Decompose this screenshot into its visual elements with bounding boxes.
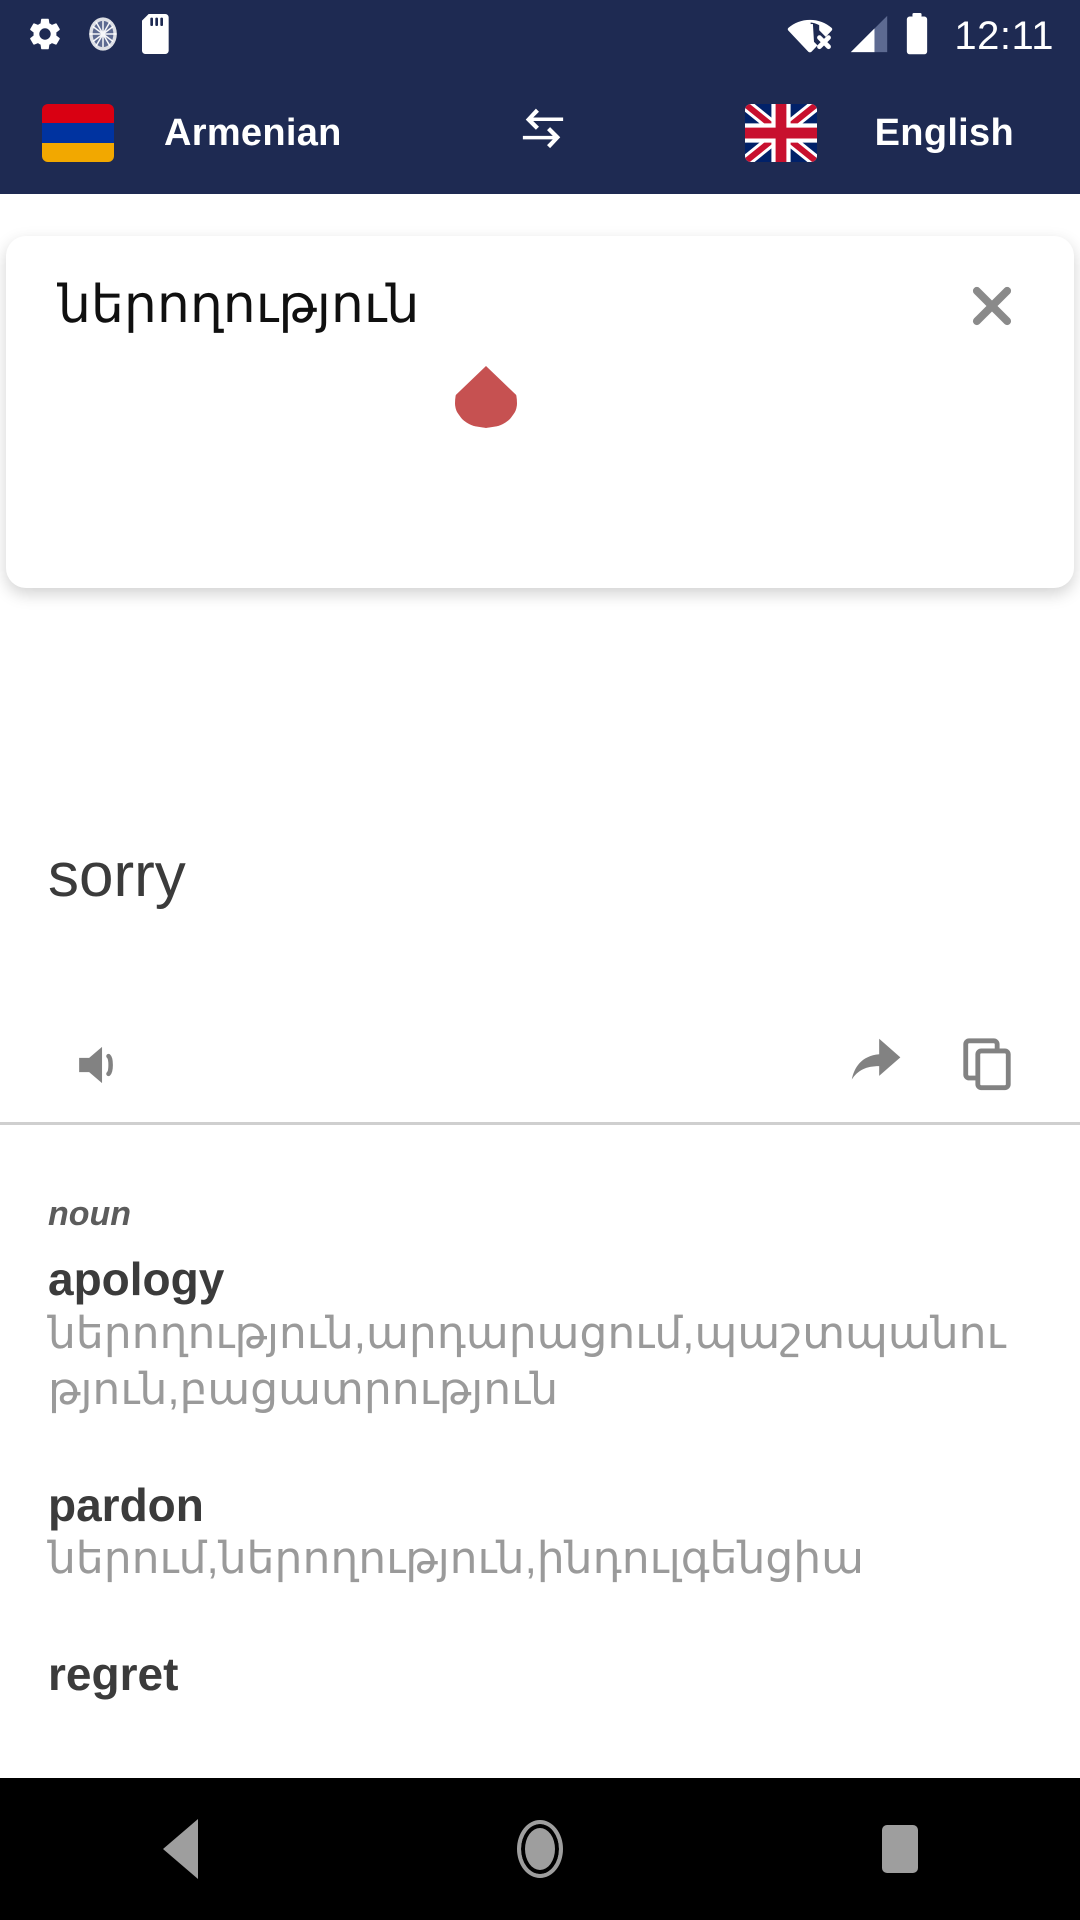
source-language-selector[interactable]: Armenian: [0, 72, 342, 194]
home-circle-icon: [517, 1820, 563, 1878]
dictionary-entry-word: apology: [48, 1253, 225, 1305]
dictionary-entry-word: regret: [48, 1647, 179, 1700]
swap-arrows-icon: [515, 106, 571, 157]
uk-flag-icon: [744, 104, 817, 162]
dictionary-entry-word: pardon: [48, 1478, 204, 1531]
sd-card-icon: [142, 13, 172, 59]
translator-app-screen: 12:11 Armenian English ներողություն sorr…: [0, 0, 1080, 1920]
result-speak-button[interactable]: [72, 1033, 140, 1101]
status-bar-clock: 12:11: [954, 14, 1054, 58]
copy-button[interactable]: [952, 1031, 1022, 1101]
tinted-circle-icon: [86, 16, 120, 57]
share-button[interactable]: [838, 1029, 910, 1101]
target-language-label: English: [874, 111, 1014, 154]
armenian-flag-icon: [42, 104, 114, 162]
translation-result-text: sorry: [48, 841, 186, 910]
recents-square-icon: [882, 1825, 918, 1873]
source-language-label: Armenian: [164, 111, 342, 154]
battery-full-icon: [904, 12, 930, 60]
source-text-input[interactable]: ներողություն: [58, 274, 419, 336]
translation-result-section: sorry: [0, 612, 1080, 1122]
dictionary-entry[interactable]: regret: [48, 1648, 1032, 1701]
back-button[interactable]: [110, 1778, 250, 1920]
home-button[interactable]: [470, 1778, 610, 1920]
copy-icon: [958, 1035, 1016, 1098]
source-text-card: ներողություն: [6, 236, 1074, 800]
cellular-signal-icon: [848, 14, 890, 59]
target-language-selector[interactable]: English: [744, 72, 1080, 194]
part-of-speech-label: noun: [48, 1195, 132, 1233]
language-selection-bar: Armenian English: [0, 72, 1080, 194]
back-triangle-icon: [162, 1819, 198, 1879]
status-bar-left-icons: [26, 13, 786, 59]
share-arrow-icon: [843, 1032, 905, 1099]
close-x-icon: [966, 280, 1018, 337]
translation-actions: [0, 1025, 1080, 1115]
dictionary-entry[interactable]: apology ներողություն,արդարացում,պաշտպանո…: [48, 1253, 1032, 1419]
wifi-off-icon: [786, 14, 834, 59]
status-bar-right-icons: 12:11: [786, 12, 1054, 60]
recents-button[interactable]: [830, 1778, 970, 1920]
dictionary-entry[interactable]: pardon ներում,ներողություն,ինդուլգենցիա: [48, 1479, 1032, 1588]
speaker-icon: [72, 1036, 134, 1099]
clear-text-button[interactable]: [964, 280, 1020, 336]
text-cursor-handle-icon[interactable]: [455, 366, 517, 430]
android-navigation-bar: [0, 1778, 1080, 1920]
dictionary-entry-translations: ներում,ներողություն,ինդուլգենցիա: [48, 1534, 865, 1584]
dictionary-entry-translations: ներողություն,արդարացում,պաշտպանություն,բ…: [48, 1308, 1006, 1415]
status-bar: 12:11: [0, 0, 1080, 72]
swap-languages-button[interactable]: [342, 72, 745, 194]
settings-gear-icon: [26, 15, 64, 58]
dictionary-section: noun apology ներողություն,արդարացում,պաշ…: [0, 1125, 1080, 1780]
